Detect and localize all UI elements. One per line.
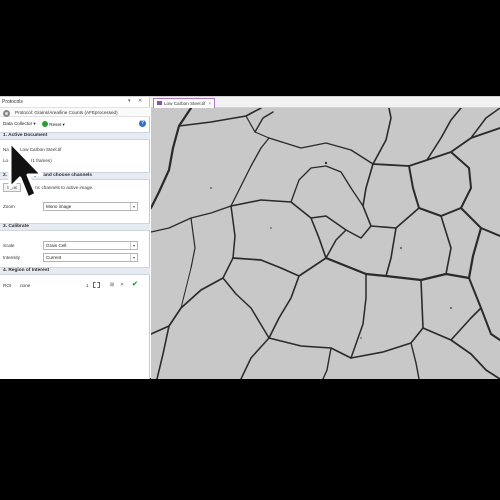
tab-low-carbon-steel[interactable]: Low Carbon Steel.tif × [153, 98, 216, 108]
close-icon[interactable]: ✕ [138, 98, 142, 104]
scale-select-value: Grain Cell [46, 243, 67, 248]
section-roi[interactable]: 4. Region of Interest [0, 267, 150, 275]
intensity-select-value: Current [46, 255, 62, 260]
chevron-down-icon: ▾ [130, 242, 137, 249]
protocol-selector[interactable]: Protocol: Grains/Area/line Counts (AFEpr… [0, 107, 150, 117]
help-icon[interactable]: ? [139, 120, 146, 127]
chevron-down-icon: ▾ [130, 203, 137, 210]
roi-value: none [20, 283, 31, 288]
document-tabbar: Low Carbon Steel.tif × [151, 97, 500, 108]
panel-toolbar: Data Collector ▾ Reset ▾ ? [0, 120, 150, 130]
section-active-document[interactable]: 1. Active Document [0, 132, 150, 140]
tab-close-icon[interactable]: × [208, 101, 211, 106]
reset-button[interactable]: Reset ▾ [42, 121, 65, 128]
scale-select[interactable]: Grain Cell ▾ [43, 241, 138, 250]
image-icon [157, 101, 162, 105]
roi-delete-icon[interactable]: ✕ [120, 282, 124, 288]
roi-count: 1 [86, 283, 89, 288]
zoom-select[interactable]: Mono image ▾ [43, 202, 138, 211]
chevron-down-icon: ▾ [130, 254, 137, 261]
scale-label: Scale [3, 243, 15, 248]
protocol-icon [3, 109, 10, 117]
data-collector-button[interactable]: Data Collector ▾ [3, 121, 36, 127]
micrograph-image[interactable] [151, 108, 500, 379]
roi-tools-icon[interactable]: ⊠ [110, 282, 114, 288]
zoom-select-value: Mono image [46, 204, 72, 209]
protocol-name: Protocol: Grains/Area/line Counts (AFEpr… [15, 110, 118, 115]
checkmark-icon[interactable]: ✔ [132, 280, 138, 288]
panel-title: Protocols [2, 99, 23, 105]
zoom-label: Zoom [3, 204, 15, 209]
roi-label: ROI [3, 283, 12, 288]
rectangle-roi-icon[interactable] [93, 282, 100, 288]
tab-label: Low Carbon Steel.tif [164, 101, 206, 106]
section-calibrate[interactable]: 3. Calibrate [0, 223, 150, 231]
reset-label: Reset ▾ [49, 122, 65, 127]
grain-boundaries-image [151, 108, 500, 379]
reset-icon [42, 121, 48, 127]
intensity-select[interactable]: Current ▾ [43, 253, 138, 262]
mouse-pointer-icon [8, 140, 44, 200]
application-window: Protocols ▾ ✕ Protocol: Grains/Area/line… [0, 96, 500, 379]
intensity-label: Intensity [3, 255, 21, 260]
pin-icon[interactable]: ▾ [128, 98, 131, 104]
